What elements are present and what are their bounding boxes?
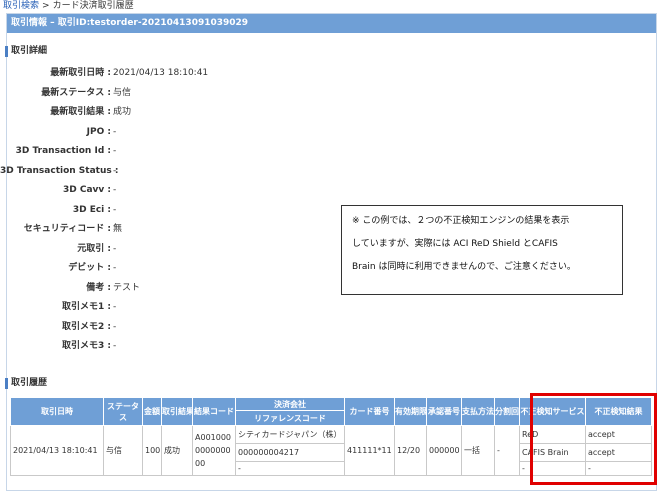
- detail-label: 備考 :: [86, 282, 111, 293]
- detail-label: 最新取引日時 :: [50, 68, 111, 78]
- detail-value: 無: [113, 224, 123, 234]
- detail-label: 3D Eci :: [72, 204, 111, 215]
- detail-value: -: [113, 341, 117, 351]
- detail-label: セキュリティコード :: [23, 224, 111, 234]
- th-card-number: カード番号: [344, 397, 395, 426]
- detail-value: 成功: [113, 107, 132, 117]
- th-amount: 金額: [142, 397, 162, 426]
- detail-row: 取引メモ1 :-: [0, 298, 640, 318]
- detail-label: 取引メモ3 :: [62, 341, 111, 351]
- detail-value: 2021/04/13 18:10:41: [113, 68, 209, 78]
- cell-reference: 000000004217: [235, 443, 345, 462]
- breadcrumb-link-search[interactable]: 取引検索: [3, 1, 39, 11]
- cell-date: 2021/04/13 18:10:41: [10, 425, 104, 476]
- note-line: ※ この例では、２つの不正検知エンジンの結果を表示: [352, 216, 570, 226]
- detail-row: 3D Transaction Id :-: [0, 142, 640, 162]
- note-line: Brain は同時に利用できませんので、ご注意ください。: [352, 262, 576, 272]
- panel-header-title: 取引情報 – 取引ID:testorder-20210413091039029: [7, 14, 656, 33]
- detail-value: -: [113, 126, 117, 137]
- detail-value: -: [113, 302, 117, 312]
- detail-label: 3D Transaction Status :: [0, 165, 119, 176]
- cell-result: 成功: [161, 425, 193, 476]
- breadcrumb-current: カード決済取引履歴: [52, 1, 134, 11]
- annotation-note: ※ この例では、２つの不正検知エンジンの結果を表示 していますが、実際には AC…: [341, 205, 623, 295]
- cell-company: シティカードジャパン（株）: [235, 425, 345, 444]
- cell-payment-method: 一括: [461, 425, 495, 476]
- cell-result-code: A001000000000000: [192, 425, 236, 476]
- th-status: ステータス: [103, 397, 143, 426]
- th-company: 決済会社: [235, 397, 345, 411]
- detail-value: -: [113, 321, 117, 332]
- detail-value: -: [113, 204, 117, 215]
- cell-expiry: 12/20: [394, 425, 427, 476]
- detail-row: 3D Cavv :-: [0, 181, 640, 201]
- detail-row: 3D Transaction Status :-: [0, 162, 640, 182]
- detail-label: 最新取引結果 :: [50, 107, 111, 117]
- detail-row: 最新取引結果 : 成功: [0, 103, 640, 123]
- detail-label: 元取引 :: [77, 243, 111, 254]
- detail-value: テスト: [113, 282, 141, 293]
- section-title-details: 取引詳細: [5, 46, 47, 57]
- detail-label: 取引メモ1 :: [62, 302, 111, 312]
- cell-approval: 000000: [426, 425, 462, 476]
- detail-value: -: [113, 165, 117, 176]
- detail-label: JPO :: [86, 126, 111, 137]
- cell-reference-sub: -: [235, 461, 345, 476]
- detail-label: 取引メモ2 :: [62, 321, 111, 332]
- detail-row: 取引メモ2 :-: [0, 318, 640, 338]
- detail-row: 最新ステータス : 与信: [0, 84, 640, 104]
- breadcrumb-separator: >: [42, 1, 50, 11]
- th-expiry: 有効期限: [394, 397, 427, 426]
- th-result: 取引結果: [161, 397, 193, 426]
- detail-value: -: [113, 243, 117, 254]
- th-payment-method: 支払方法: [461, 397, 495, 426]
- th-installments: 分割回数: [494, 397, 520, 426]
- cell-amount: 100: [142, 425, 162, 476]
- detail-row: 取引メモ3 :-: [0, 337, 640, 357]
- detail-value: -: [113, 146, 117, 156]
- cell-card-number: 411111*11: [344, 425, 395, 476]
- detail-row: 最新取引日時 :2021/04/13 18:10:41: [0, 64, 640, 84]
- detail-value: 与信: [113, 87, 132, 98]
- th-result-code: 結果コード: [192, 397, 236, 426]
- detail-label: 3D Cavv :: [62, 185, 111, 195]
- detail-label: デビット :: [68, 263, 111, 273]
- note-line: していますが、実際には ACI ReD Shield とCAFIS: [352, 239, 558, 249]
- cell-installments: -: [494, 425, 520, 476]
- detail-label: 最新ステータス :: [41, 87, 111, 98]
- th-date: 取引日時: [10, 397, 104, 426]
- fraud-highlight-box: [530, 393, 657, 485]
- detail-row: JPO :-: [0, 123, 640, 143]
- detail-value: -: [113, 185, 117, 195]
- section-title-history: 取引履歴: [5, 378, 47, 389]
- detail-value: -: [113, 263, 117, 273]
- breadcrumb: 取引検索 > カード決済取引履歴: [3, 0, 134, 13]
- cell-status: 与信: [103, 425, 143, 476]
- detail-label: 3D Transaction Id :: [15, 146, 111, 156]
- th-reference: リファレンスコード: [235, 410, 345, 426]
- th-approval: 承認番号: [426, 397, 462, 426]
